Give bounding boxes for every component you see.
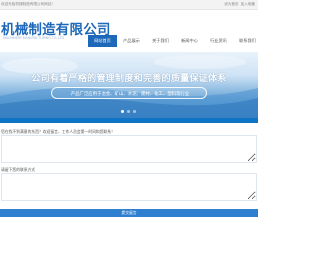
feedback-section: 您在找不到满意的东西？欢迎留言，工作人员会第一时间和您联系！ 请留下您的联系方式… [0, 118, 258, 262]
hero-banner[interactable]: 公司有着严格的管理制度和完善的质量保证体系 产品广泛应用于冶金、矿山、水泥、建材… [0, 52, 258, 118]
slider-dot[interactable] [121, 110, 124, 113]
nav-item-about[interactable]: 关于我们 [146, 35, 175, 47]
main-nav: 网站首页 产品展示 关于我们 新闻中心 行业资讯 联系我们 [88, 35, 262, 47]
banner-background-graphic [0, 55, 258, 118]
nav-item-industry[interactable]: 行业资讯 [204, 35, 233, 47]
nav-item-home[interactable]: 网站首页 [88, 35, 117, 47]
contact-textarea[interactable] [1, 173, 257, 201]
banner-subline-pill: 产品广泛应用于冶金、矿山、水泥、建材、化工、塑料等行业 [51, 87, 207, 99]
welcome-text: 欢迎光临机械制造有限公司网站！ [1, 2, 55, 6]
nav-item-news[interactable]: 新闻中心 [175, 35, 204, 47]
site-header: 机械制造有限公司 MACHINERY MANUFACTURING CO.,LTD… [0, 10, 258, 52]
section-accent-bar [0, 118, 258, 123]
company-logo-english: MACHINERY MANUFACTURING CO.,LTD [3, 36, 65, 40]
submit-button[interactable]: 提交留言 [0, 209, 258, 217]
slider-dot[interactable] [127, 110, 130, 113]
slider-dot[interactable] [133, 110, 136, 113]
message-textarea[interactable] [1, 135, 257, 163]
nav-item-contact[interactable]: 联系我们 [233, 35, 262, 47]
set-homepage-link[interactable]: 设为首页 [224, 2, 238, 6]
nav-item-products[interactable]: 产品展示 [117, 35, 146, 47]
top-links: 设为首页 加入收藏 [222, 2, 255, 7]
top-bar: 欢迎光临机械制造有限公司网站！ 设为首页 加入收藏 [0, 0, 258, 10]
add-favorite-link[interactable]: 加入收藏 [241, 2, 255, 6]
banner-headline: 公司有着严格的管理制度和完善的质量保证体系 [31, 74, 227, 84]
banner-subline: 产品广泛应用于冶金、矿山、水泥、建材、化工、塑料等行业 [70, 91, 190, 97]
slider-dots [121, 110, 139, 113]
